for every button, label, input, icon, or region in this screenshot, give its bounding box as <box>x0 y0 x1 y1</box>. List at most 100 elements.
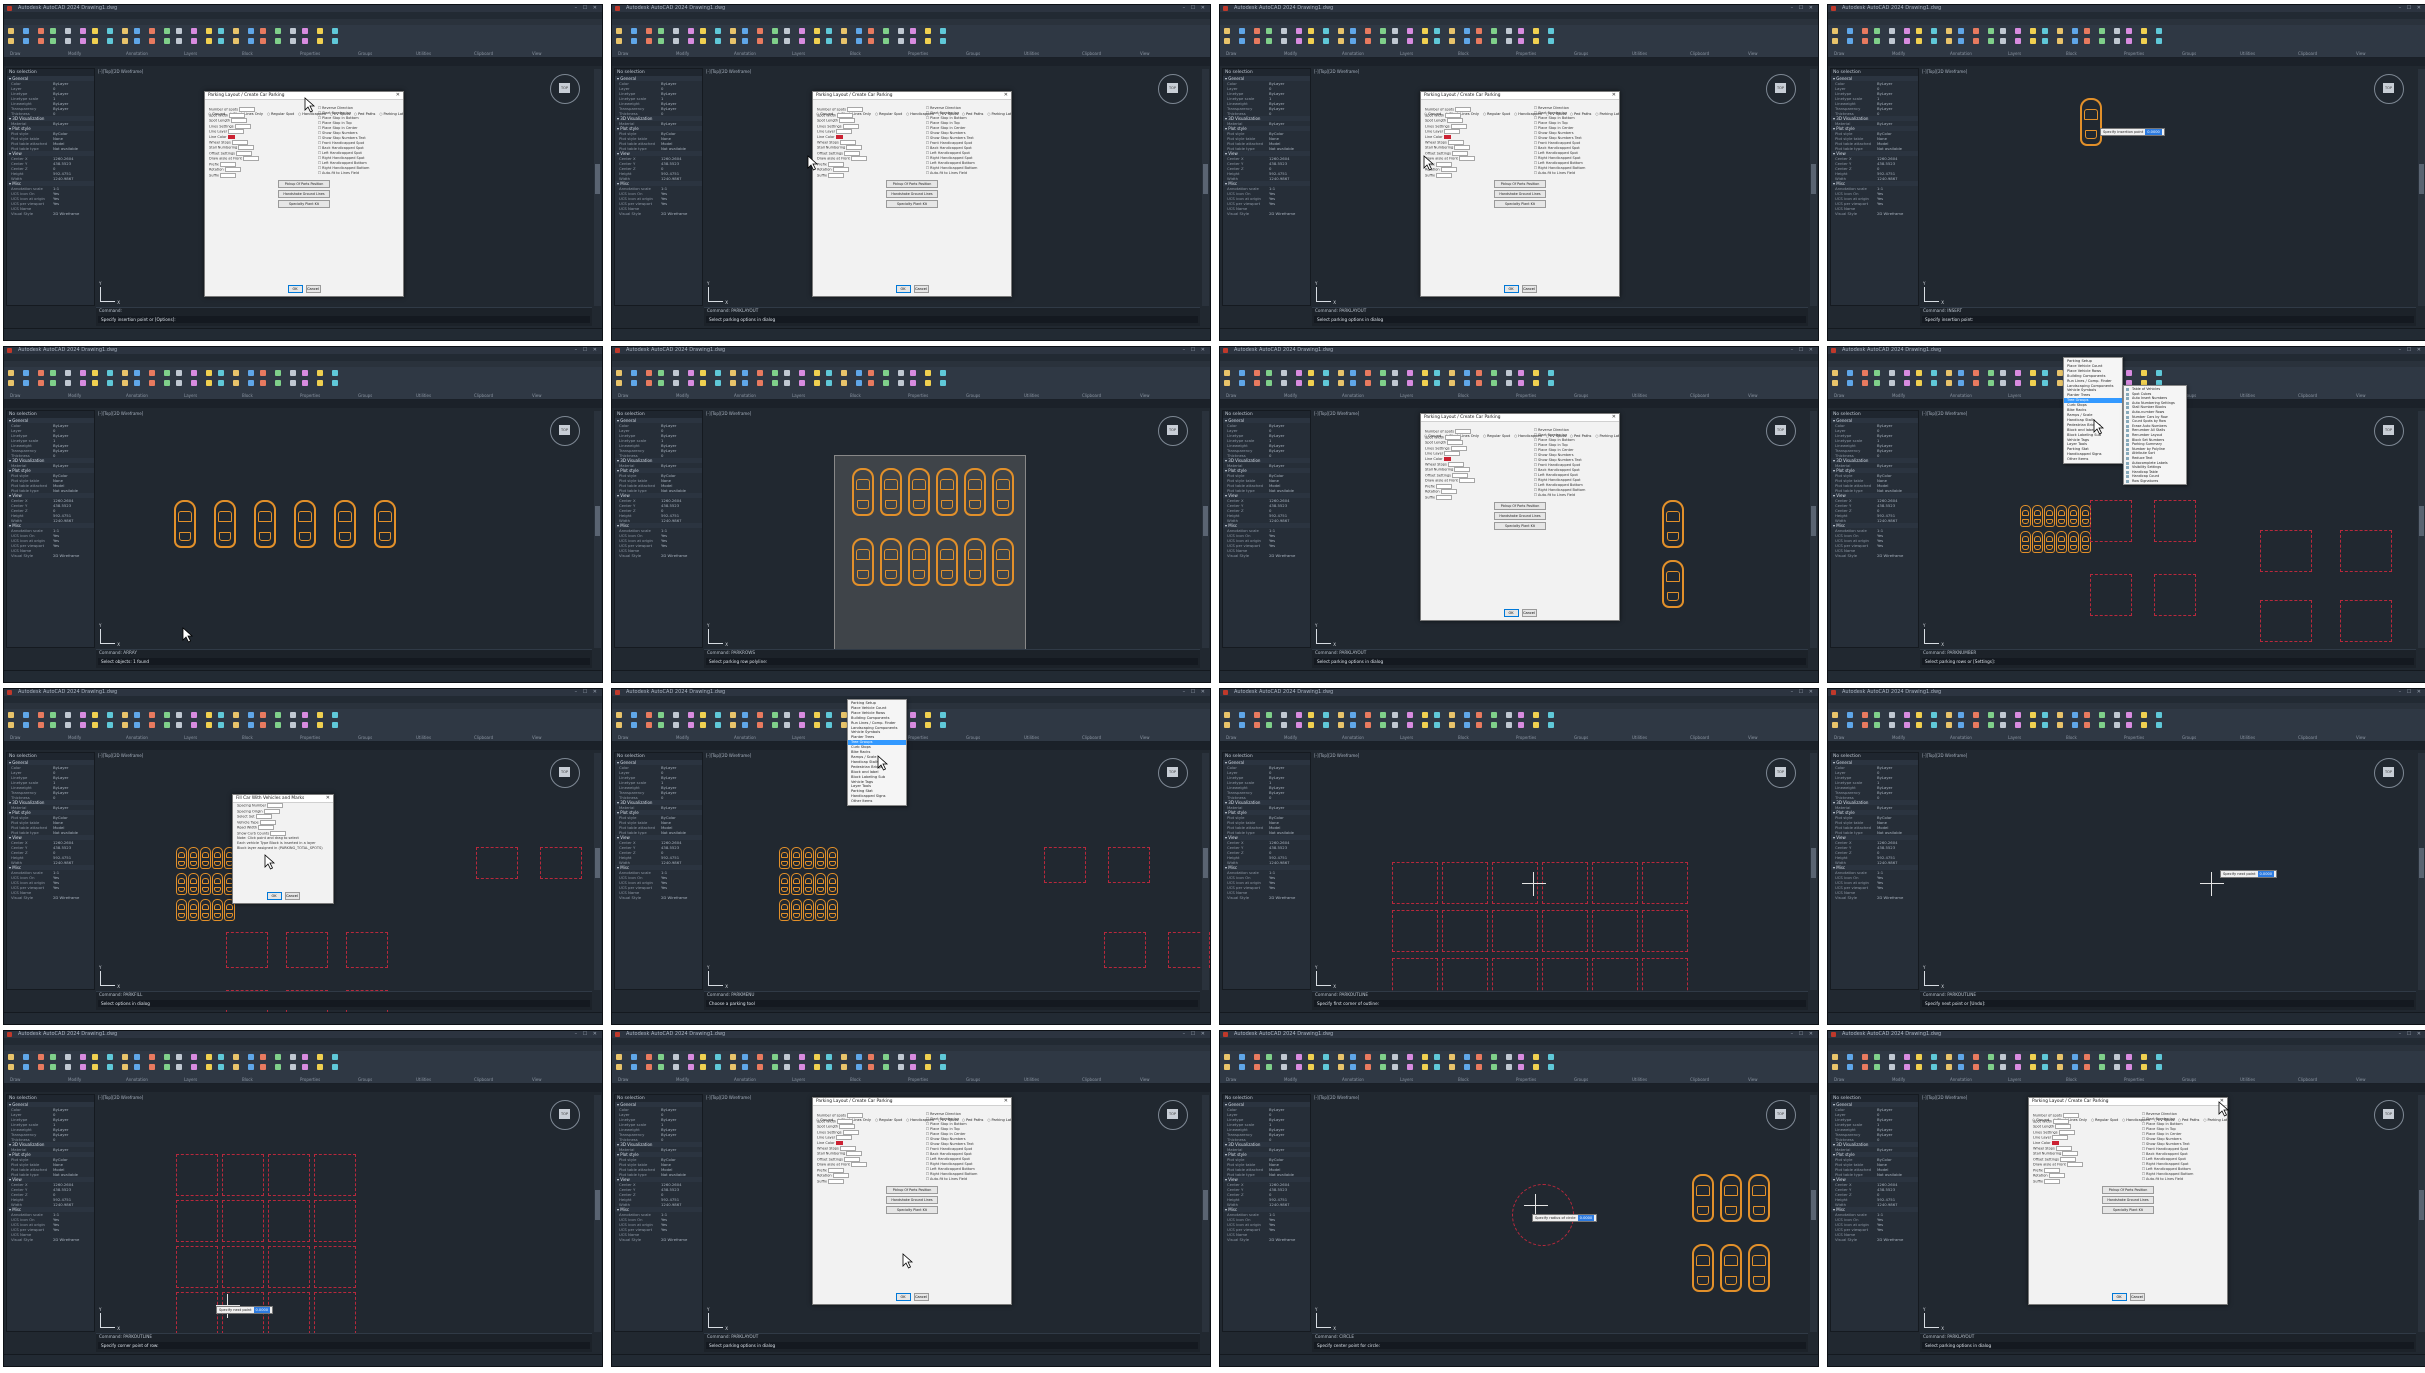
command-line[interactable]: Command: PARKFILL Select options in dial… <box>96 991 592 1010</box>
outline-rectangle[interactable] <box>1108 847 1150 883</box>
ribbon-tool-icon[interactable] <box>38 38 44 44</box>
status-toggle[interactable]: ∟ <box>670 340 673 341</box>
ribbon-tool-icon[interactable] <box>2141 722 2147 728</box>
status-toggle[interactable]: 1:1 <box>79 682 85 683</box>
car-block[interactable] <box>791 899 802 921</box>
ribbon-tool-icon[interactable] <box>233 1064 239 1070</box>
ribbon-tool-icon[interactable] <box>940 380 946 386</box>
dialog-input[interactable] <box>231 118 248 123</box>
ribbon-tool-icon[interactable] <box>1518 1054 1524 1060</box>
status-toggle[interactable]: ⋮⋮⋮ <box>37 1024 49 1025</box>
ribbon-tool-icon[interactable] <box>65 28 71 34</box>
dialog-input[interactable] <box>231 139 248 145</box>
property-value[interactable]: 2D Wireframe <box>1877 895 1903 900</box>
dialog-input[interactable] <box>2055 1124 2072 1129</box>
ribbon-tool-icon[interactable] <box>1365 380 1371 386</box>
ribbon-tool-icon[interactable] <box>107 28 113 34</box>
property-value[interactable]: 2D Wireframe <box>1269 1237 1295 1242</box>
outline-rectangle[interactable] <box>2090 574 2132 616</box>
ribbon-tool-icon[interactable] <box>1308 712 1314 718</box>
palette-property-row[interactable]: Plot table type Not available <box>615 1172 702 1177</box>
status-toggle[interactable]: ⊞ <box>636 1366 639 1367</box>
palette-property-row[interactable]: Thickness 0 <box>1223 111 1310 116</box>
ribbon-tool-icon[interactable] <box>772 1054 778 1060</box>
ribbon-tool-icon[interactable] <box>2042 712 2048 718</box>
status-toggle[interactable]: ⋮⋮⋮ <box>645 1024 657 1025</box>
ribbon-tool-icon[interactable] <box>50 722 56 728</box>
context-menu-item[interactable]: Other Items <box>2064 457 2122 462</box>
palette-property-row[interactable]: Plot table type Not available <box>7 1172 94 1177</box>
ribbon-tool-icon[interactable] <box>275 380 281 386</box>
ribbon-tool-icon[interactable] <box>1365 1064 1371 1070</box>
ribbon-tool-icon[interactable] <box>1254 1064 1260 1070</box>
ribbon-tool-icon[interactable] <box>910 722 916 728</box>
dialog-input[interactable] <box>1447 461 1464 467</box>
status-toggle[interactable]: ⊙ <box>1287 1024 1290 1025</box>
status-toggle[interactable]: 1:1 <box>1295 340 1301 341</box>
dialog-input[interactable] <box>267 803 284 808</box>
ribbon-tool-icon[interactable] <box>826 1064 832 1070</box>
status-toggle[interactable]: ⚙ <box>1914 1366 1918 1367</box>
viewport-label[interactable]: [-][Top][2D Wireframe] <box>98 753 143 758</box>
property-value[interactable]: ByLayer <box>53 805 68 810</box>
ribbon-tool-icon[interactable] <box>176 712 182 718</box>
status-toggle[interactable]: MODEL <box>1225 682 1239 683</box>
ribbon-tool-icon[interactable] <box>1988 722 1994 728</box>
status-toggle[interactable]: ⊞ <box>636 1024 639 1025</box>
ribbon-tool-icon[interactable] <box>1518 38 1524 44</box>
drawing-viewport[interactable]: [-][Top][2D Wireframe] TOP X Y <box>704 752 1210 990</box>
ribbon-tool-icon[interactable] <box>2114 722 2120 728</box>
cancel-button[interactable]: Cancel <box>305 285 321 293</box>
ribbon-tool-icon[interactable] <box>1464 380 1470 386</box>
status-toggle[interactable]: ☰ <box>1931 682 1935 683</box>
ribbon-tool-icon[interactable] <box>730 712 736 718</box>
ribbon-tool-icon[interactable] <box>23 38 29 44</box>
status-toggle[interactable]: ☰ <box>1931 1024 1935 1025</box>
ribbon-tool-icon[interactable] <box>1518 380 1524 386</box>
status-toggle[interactable]: ☰ <box>107 1024 111 1025</box>
car-block[interactable] <box>2020 505 2031 527</box>
ribbon-tool-icon[interactable] <box>1931 380 1937 386</box>
ribbon-tool-icon[interactable] <box>1350 28 1356 34</box>
ribbon-tool-icon[interactable] <box>883 38 889 44</box>
ribbon-tool-icon[interactable] <box>1338 712 1344 718</box>
car-block[interactable] <box>2032 531 2043 553</box>
ribbon-tool-icon[interactable] <box>23 712 29 718</box>
ribbon-tool-icon[interactable] <box>2156 712 2162 718</box>
ribbon-tool-icon[interactable] <box>248 712 254 718</box>
ribbon-tool-icon[interactable] <box>1266 380 1272 386</box>
status-toggle[interactable]: + <box>1315 1366 1318 1367</box>
property-value[interactable]: 2D Wireframe <box>53 895 79 900</box>
status-toggle[interactable]: ↻ <box>1878 1366 1881 1367</box>
ribbon-tool-icon[interactable] <box>1308 28 1314 34</box>
property-value[interactable]: 2D Wireframe <box>53 1237 79 1242</box>
property-value[interactable]: 0 <box>661 453 663 458</box>
ribbon-tool-icon[interactable] <box>688 1064 694 1070</box>
ribbon-tool-icon[interactable] <box>1832 712 1838 718</box>
status-toggle[interactable]: ∟ <box>62 682 65 683</box>
ribbon-tool-icon[interactable] <box>1874 1064 1880 1070</box>
status-toggle[interactable]: ⊙ <box>71 1024 74 1025</box>
status-toggle[interactable]: ⋮⋮⋮ <box>1253 1024 1265 1025</box>
window-controls[interactable]: – ☐ ✕ <box>2399 5 2423 12</box>
palette-property-row[interactable]: Thickness 0 <box>1223 1137 1310 1142</box>
ribbon-tool-icon[interactable] <box>65 38 71 44</box>
ribbon-tool-icon[interactable] <box>233 722 239 728</box>
viewcube-face[interactable]: TOP <box>1775 425 1786 435</box>
palette-property-row[interactable]: Plot table type Not available <box>1223 146 1310 151</box>
dialog-action-button[interactable]: Handshake Ground Lines <box>278 190 330 198</box>
ribbon-tool-icon[interactable] <box>2099 1064 2105 1070</box>
ribbon-tool-icon[interactable] <box>191 370 197 376</box>
palette-property-row[interactable]: Width 1240.9867 <box>615 1202 702 1207</box>
car-block[interactable] <box>992 468 1014 516</box>
ribbon-tool-icon[interactable] <box>814 370 820 376</box>
ribbon-tool-icon[interactable] <box>164 380 170 386</box>
dialog-action-button[interactable]: Pickup Of Parts Position <box>1494 180 1546 188</box>
ribbon-tool-icon[interactable] <box>302 370 308 376</box>
ribbon-tool-icon[interactable] <box>191 380 197 386</box>
ribbon-tool-icon[interactable] <box>2084 1054 2090 1060</box>
property-value[interactable]: ByLayer <box>1877 463 1892 468</box>
status-toggle[interactable]: MODEL <box>1225 340 1239 341</box>
ribbon-tool-icon[interactable] <box>757 38 763 44</box>
property-value[interactable]: Not available <box>53 830 78 835</box>
